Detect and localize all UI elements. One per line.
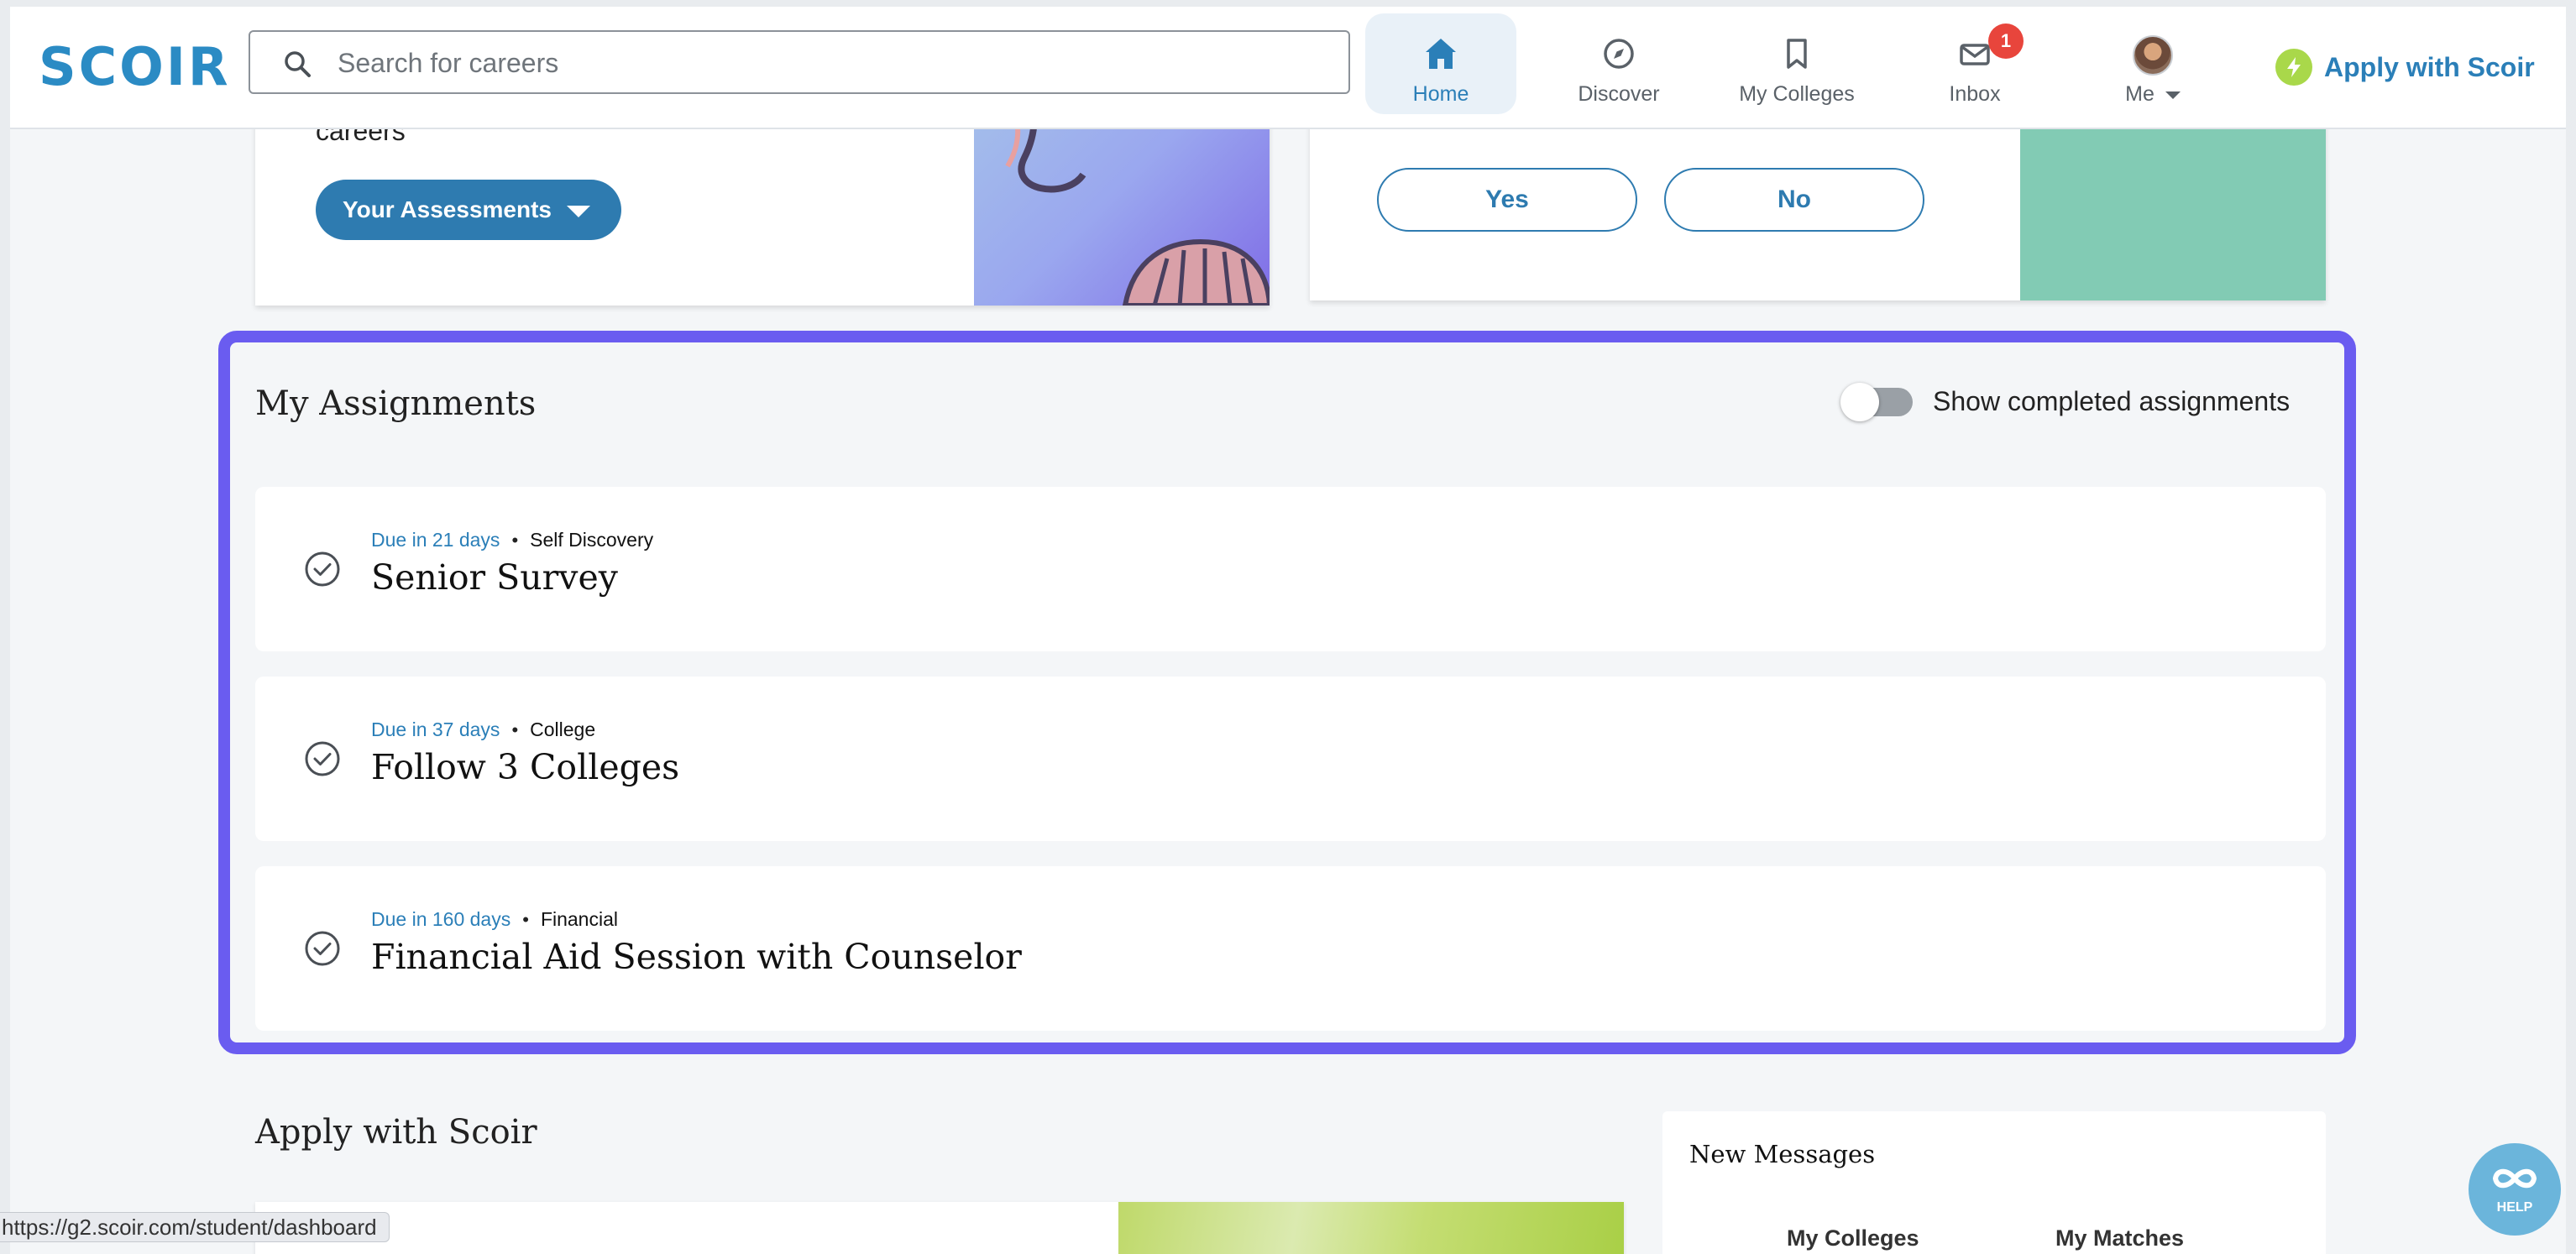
home-icon [1426, 39, 1456, 69]
toggle-knob [1840, 382, 1879, 421]
help-label: HELP [2496, 1200, 2533, 1215]
assignment-meta: Due in 21 days • Self Discovery [371, 529, 653, 551]
bullet-separator: • [522, 908, 529, 930]
assignment-meta: Due in 37 days • College [371, 718, 595, 741]
assignment-category: Financial [540, 908, 618, 930]
assignment-title: Financial Aid Session with Counselor [371, 937, 1022, 977]
infinity-icon [2492, 1168, 2537, 1189]
bullet-separator: • [511, 529, 519, 551]
messages-title: New Messages [1689, 1140, 1876, 1168]
assignment-row[interactable]: Due in 160 days • Financial Financial Ai… [255, 866, 2326, 1031]
check-circle-icon[interactable] [302, 739, 343, 779]
assignment-meta: Due in 160 days • Financial [371, 908, 618, 931]
nav-inbox-label: Inbox [1949, 82, 2001, 106]
nav-me-label: Me [2077, 82, 2228, 107]
assignment-title: Follow 3 Colleges [371, 747, 680, 787]
no-button[interactable]: No [1664, 168, 1924, 232]
avatar [2133, 35, 2173, 76]
search-bar [249, 30, 1350, 94]
status-bar-url: https://g2.scoir.com/student/dashboard [0, 1212, 390, 1242]
scoir-logo[interactable]: SCOIR [39, 40, 231, 94]
assignment-due: Due in 21 days [371, 529, 500, 551]
bookmark-icon [1787, 39, 1807, 69]
search-input[interactable] [336, 39, 1330, 87]
lightning-icon [2275, 49, 2312, 86]
nav-discover-label: Discover [1578, 82, 1660, 106]
toggle-switch[interactable] [1840, 382, 1913, 421]
yes-button[interactable]: Yes [1377, 168, 1637, 232]
assignment-category: Self Discovery [530, 529, 654, 551]
nav-me-text: Me [2125, 82, 2155, 106]
nav-discover[interactable]: Discover [1543, 13, 1694, 114]
messages-card: New Messages My Colleges My Matches [1662, 1111, 2326, 1254]
nav-home-label: Home [1412, 82, 1469, 106]
tab-my-colleges[interactable]: My Colleges [1787, 1225, 1919, 1251]
apply-with-scoir-label: Apply with Scoir [2324, 51, 2535, 82]
assignment-due: Due in 160 days [371, 908, 511, 930]
bullet-separator: • [511, 718, 519, 740]
assignment-row[interactable]: Due in 37 days • College Follow 3 Colleg… [255, 677, 2326, 841]
check-circle-icon[interactable] [302, 928, 343, 969]
nav-my-colleges[interactable]: My Colleges [1721, 13, 1872, 114]
your-assessments-button[interactable]: Your Assessments [316, 180, 621, 240]
apply-card[interactable] [255, 1202, 1624, 1254]
decorative-banner [1118, 1202, 1624, 1254]
app-frame: careers Your Assessments Yes No SCOIR Se… [10, 7, 2566, 1254]
apply-section-title: Apply with Scoir [255, 1113, 537, 1152]
chevron-down-icon [2165, 91, 2181, 99]
inbox-badge: 1 [1988, 24, 2024, 59]
assignment-due: Due in 37 days [371, 718, 500, 740]
your-assessments-label: Your Assessments [343, 196, 552, 222]
nav-home[interactable]: Home [1365, 13, 1516, 114]
search-icon [285, 51, 311, 77]
apply-with-scoir-link[interactable]: Apply with Scoir [2275, 42, 2535, 92]
assignments-title: My Assignments [255, 384, 537, 423]
caret-down-icon [567, 206, 590, 217]
nav-me[interactable]: Me [2077, 13, 2228, 114]
nav-my-colleges-label: My Colleges [1739, 82, 1855, 106]
nav-inbox[interactable]: 1 Inbox [1899, 13, 2050, 114]
check-circle-icon[interactable] [302, 549, 343, 589]
assignment-row[interactable]: Due in 21 days • Self Discovery Senior S… [255, 487, 2326, 651]
show-completed-label: Show completed assignments [1933, 386, 2291, 416]
tab-my-matches[interactable]: My Matches [2055, 1225, 2184, 1251]
compass-icon [1604, 39, 1634, 69]
assignment-category: College [530, 718, 596, 740]
assignment-title: Senior Survey [371, 557, 618, 598]
top-navigation: SCOIR Home Discover My Col [10, 7, 2566, 129]
show-completed-toggle[interactable]: Show completed assignments [1840, 382, 2291, 421]
help-button[interactable]: HELP [2469, 1143, 2561, 1236]
